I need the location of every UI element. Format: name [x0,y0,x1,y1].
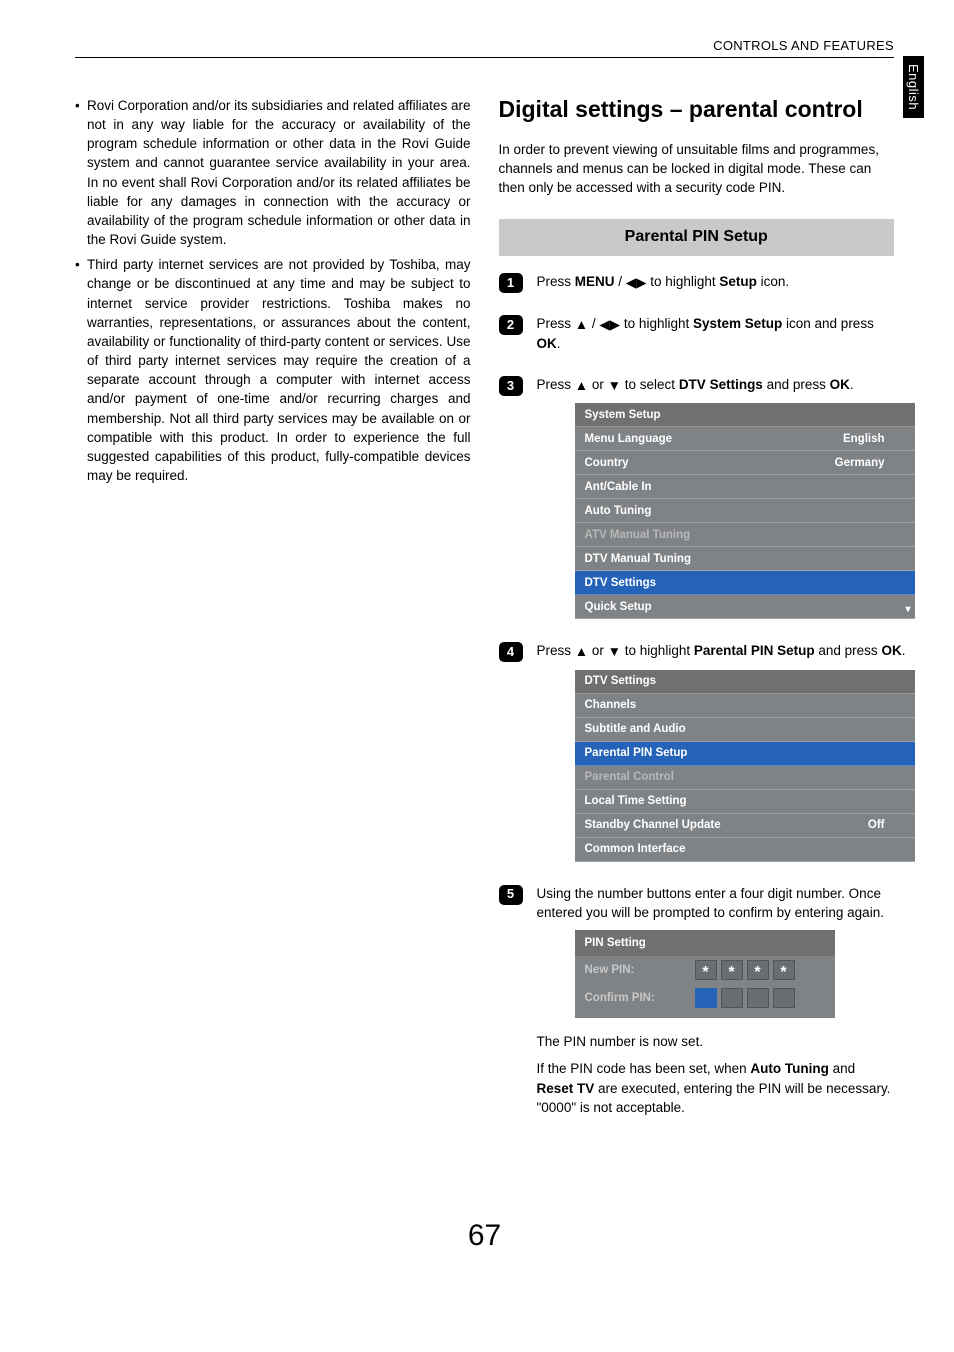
step-4: 4 Press ▲ or ▼ to highlight Parental PIN… [499,641,895,869]
step-number-icon: 2 [499,315,523,335]
disclaimer-list: Rovi Corporation and/or its subsidiaries… [75,96,471,485]
step-4-text: Press ▲ or ▼ to highlight Parental PIN S… [537,641,915,661]
osd-row: Menu LanguageEnglish [575,427,915,451]
osd-row-label: Quick Setup [585,599,905,615]
step-5-text: Using the number buttons enter a four di… [537,884,895,922]
osd-row: Standby Channel UpdateOff [575,814,915,838]
osd-row-label: Subtitle and Audio [585,721,905,737]
step-3-text: Press ▲ or ▼ to select DTV Settings and … [537,375,915,395]
step-5-note: If the PIN code has been set, when Auto … [537,1059,895,1116]
osd-row-label: Common Interface [585,841,905,857]
osd-row-value: Germany [835,455,905,471]
osd-row: DTV Manual Tuning [575,547,915,571]
pin-digit [721,960,743,980]
down-arrow-icon: ▼ [608,376,621,395]
page-number: 67 [75,1219,894,1253]
down-arrow-icon: ▼ [608,642,621,661]
pin-new-row: New PIN: [575,956,835,984]
osd-row-label: DTV Manual Tuning [585,551,905,567]
step-3: 3 Press ▲ or ▼ to select DTV Settings an… [499,375,895,627]
osd-row-label: Auto Tuning [585,503,905,519]
language-tab: English [903,56,924,118]
osd-row: CountryGermany [575,451,915,475]
pin-confirm-row: Confirm PIN: [575,984,835,1012]
step-number-icon: 3 [499,376,523,396]
osd-row: Local Time Setting [575,790,915,814]
osd-dtv-settings: DTV Settings Channels Subtitle and Audio P… [575,670,915,862]
osd-row-label: Parental PIN Setup [585,745,905,761]
left-right-arrow-icon: ◀▶ [599,315,620,334]
pin-digit [773,988,795,1008]
osd-row-label: ATV Manual Tuning [585,527,905,543]
step-1: 1 Press MENU / ◀▶ to highlight Setup ico… [499,272,895,300]
osd-row-label: Ant/Cable In [585,479,905,495]
osd-pin-setting: PIN Setting New PIN: Confirm PIN: [575,930,835,1018]
osd-row: DTV Settings [575,571,915,595]
osd-row-value: Off [868,817,905,833]
step-5-after: The PIN number is now set. [537,1032,895,1051]
step-number-icon: 5 [499,885,523,905]
step-5: 5 Using the number buttons enter a four … [499,884,895,1125]
osd-row: Subtitle and Audio [575,718,915,742]
osd-system-setup: System Setup Menu LanguageEnglishCountry… [575,403,915,619]
osd-row: ATV Manual Tuning [575,523,915,547]
osd-title: DTV Settings [575,670,915,694]
pin-digit [747,960,769,980]
section-heading: Parental PIN Setup [499,219,895,256]
header-section: CONTROLS AND FEATURES [75,38,894,58]
pin-digit [747,988,769,1008]
up-arrow-icon: ▲ [575,315,588,334]
pin-digit [695,988,717,1008]
up-arrow-icon: ▲ [575,642,588,661]
pin-digit [695,960,717,980]
pin-digit [773,960,795,980]
osd-row: Common Interface [575,838,915,862]
osd-row-label: Local Time Setting [585,793,905,809]
osd-row-label: Parental Control [585,769,905,785]
osd-row-label: Channels [585,697,905,713]
osd-row: Channels [575,694,915,718]
left-right-arrow-icon: ◀▶ [626,273,647,292]
page-title: Digital settings – parental control [499,96,895,124]
step-2-text: Press ▲ / ◀▶ to highlight System Setup i… [537,314,895,353]
step-number-icon: 4 [499,642,523,662]
osd-row-value: English [843,431,905,447]
step-number-icon: 1 [499,273,523,293]
osd-row: Quick Setup [575,595,915,619]
disclaimer-item: Rovi Corporation and/or its subsidiaries… [75,96,471,249]
step-2: 2 Press ▲ / ◀▶ to highlight System Setup… [499,314,895,361]
pin-digit [721,988,743,1008]
osd-row: Auto Tuning [575,499,915,523]
osd-title: System Setup [575,403,915,427]
osd-row: Parental Control [575,766,915,790]
up-arrow-icon: ▲ [575,376,588,395]
osd-row: Ant/Cable In [575,475,915,499]
osd-title: PIN Setting [575,930,835,956]
osd-row-label: Standby Channel Update [585,817,868,833]
osd-row: Parental PIN Setup [575,742,915,766]
disclaimer-item: Third party internet services are not pr… [75,255,471,485]
osd-row-label: Country [585,455,835,471]
intro-paragraph: In order to prevent viewing of unsuitabl… [499,140,895,197]
osd-row-label: DTV Settings [585,575,905,591]
step-1-text: Press MENU / ◀▶ to highlight Setup icon. [537,272,895,292]
osd-row-label: Menu Language [585,431,843,447]
